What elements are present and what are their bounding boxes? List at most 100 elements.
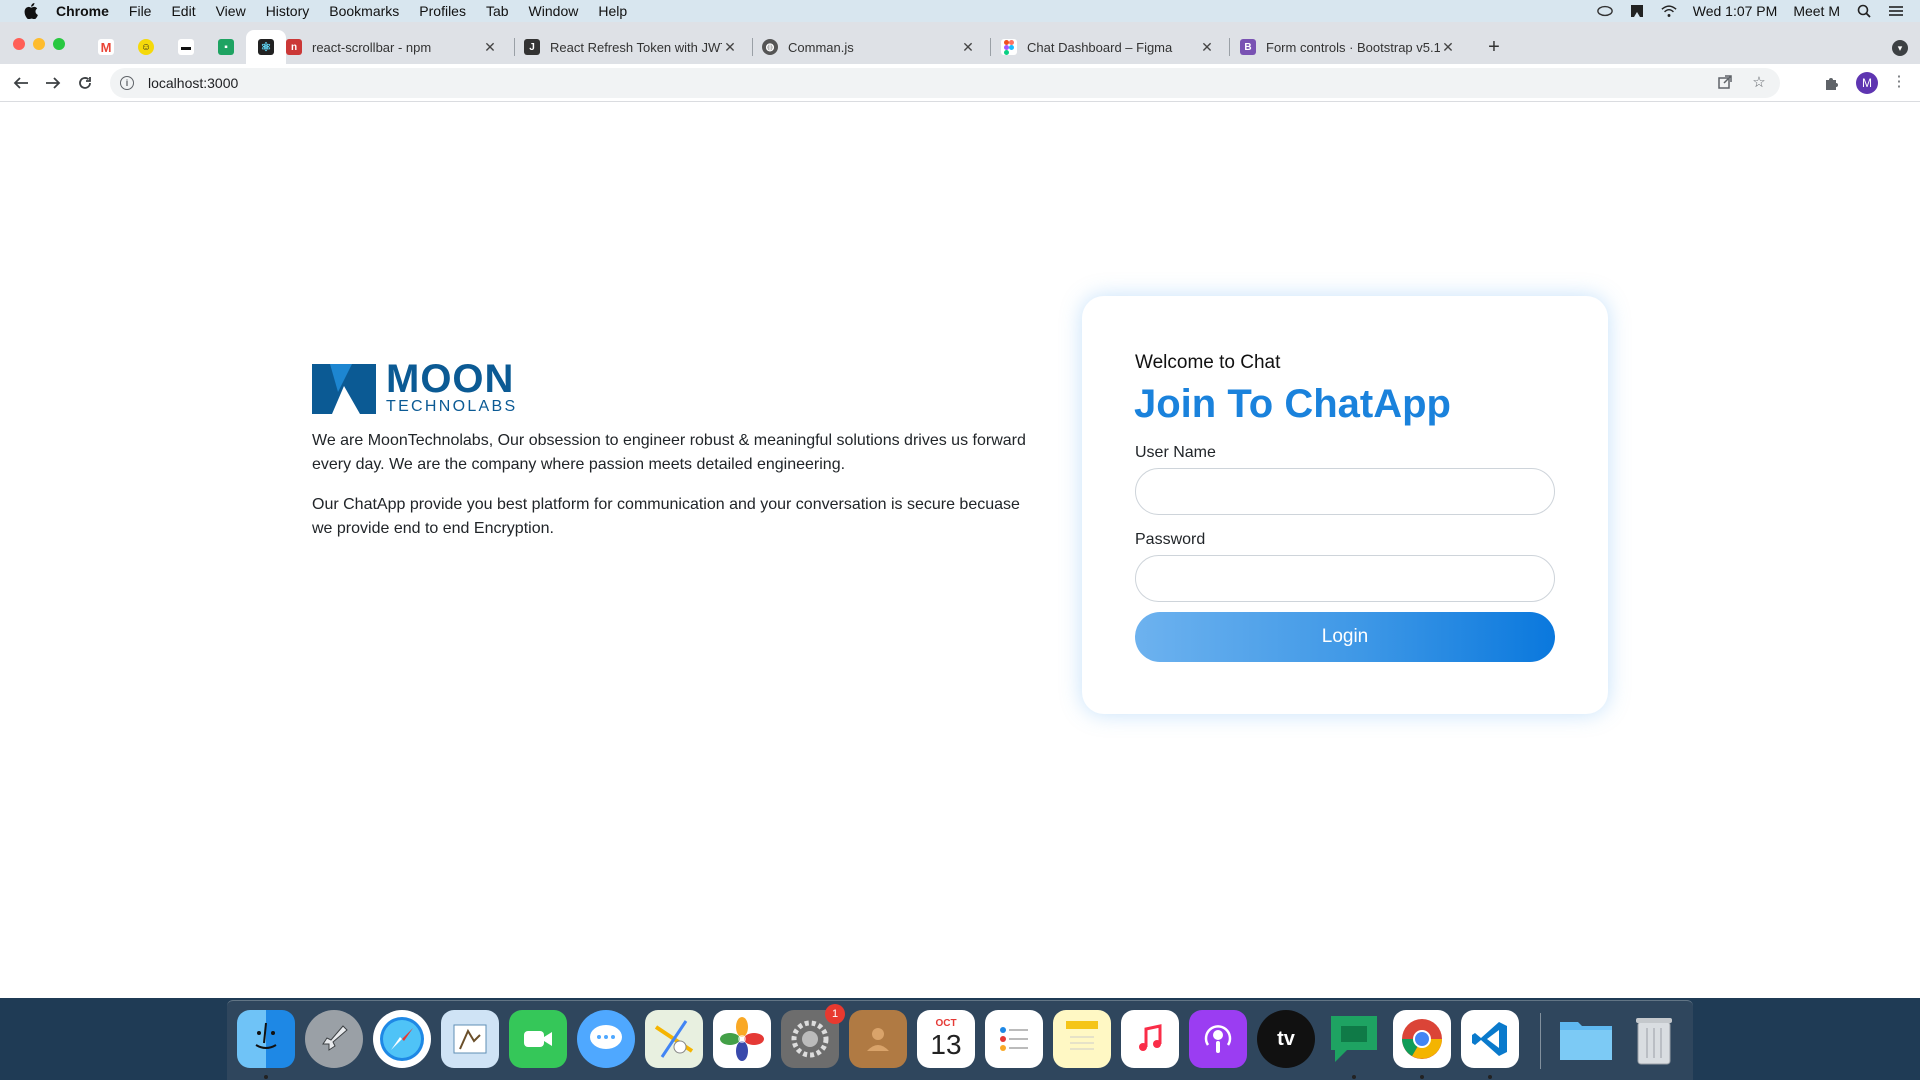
safari-icon[interactable] bbox=[373, 1010, 431, 1068]
maximize-window-button[interactable] bbox=[53, 38, 65, 50]
calendar-icon[interactable]: OCT 13 bbox=[917, 1010, 975, 1068]
page-content: MOON TECHNOLABS We are MoonTechnolabs, O… bbox=[0, 102, 1920, 998]
close-tab-icon[interactable]: ✕ bbox=[722, 39, 738, 56]
bootstrap-icon: B bbox=[1240, 39, 1256, 55]
tab-title: React Refresh Token with JWT bbox=[550, 39, 722, 55]
menu-bookmarks[interactable]: Bookmarks bbox=[329, 3, 399, 19]
pinned-tab-2[interactable]: ☺ bbox=[126, 30, 166, 64]
back-button[interactable] bbox=[10, 72, 32, 94]
messages-icon[interactable] bbox=[577, 1010, 635, 1068]
system-preferences-icon[interactable]: 1 bbox=[781, 1004, 845, 1068]
minimize-window-button[interactable] bbox=[33, 38, 45, 50]
tab-comman-js[interactable]: ◍ Comman.js ✕ bbox=[752, 30, 986, 64]
menu-tab[interactable]: Tab bbox=[486, 3, 509, 19]
calendar-day: 13 bbox=[930, 1029, 962, 1060]
close-window-button[interactable] bbox=[13, 38, 25, 50]
menu-file[interactable]: File bbox=[129, 3, 152, 19]
forward-button[interactable] bbox=[42, 72, 64, 94]
control-center-icon[interactable] bbox=[1888, 4, 1904, 18]
more-menu-icon[interactable]: ⋮ bbox=[1890, 72, 1908, 90]
music-icon[interactable] bbox=[1121, 1010, 1179, 1068]
tab-search-icon[interactable]: ▾ bbox=[1892, 40, 1908, 56]
profile-avatar[interactable]: M bbox=[1856, 72, 1878, 94]
menubar-user[interactable]: Meet M bbox=[1793, 3, 1840, 19]
bookmark-app-icon[interactable] bbox=[1629, 4, 1645, 18]
tab-title: Form controls · Bootstrap v5.1 bbox=[1266, 39, 1440, 55]
menubar-clock[interactable]: Wed 1:07 PM bbox=[1693, 3, 1778, 19]
moon-logo-mark-icon bbox=[312, 364, 376, 414]
chrome-icon[interactable] bbox=[1393, 1010, 1451, 1068]
menu-history[interactable]: History bbox=[266, 3, 310, 19]
folder-icon[interactable] bbox=[1557, 1010, 1615, 1068]
new-tab-button[interactable]: + bbox=[1481, 34, 1507, 60]
about-paragraph-1: We are MoonTechnolabs, Our obsession to … bbox=[312, 432, 1026, 473]
dock-separator bbox=[1540, 1013, 1541, 1069]
creative-cloud-icon[interactable] bbox=[1596, 4, 1613, 18]
menu-edit[interactable]: Edit bbox=[171, 3, 195, 19]
apple-menu-icon[interactable] bbox=[20, 3, 42, 19]
vscode-icon[interactable] bbox=[1461, 1010, 1519, 1068]
pinned-tab-gmail[interactable]: M bbox=[86, 30, 126, 64]
close-tab-icon[interactable]: ✕ bbox=[960, 39, 976, 56]
facetime-icon[interactable] bbox=[509, 1010, 567, 1068]
pinned-tab-3[interactable]: ▬ bbox=[166, 30, 206, 64]
menu-help[interactable]: Help bbox=[598, 3, 627, 19]
close-tab-icon[interactable]: ✕ bbox=[1440, 39, 1456, 56]
trash-icon[interactable] bbox=[1625, 1010, 1683, 1068]
address-bar[interactable]: i localhost:3000 ☆ bbox=[110, 68, 1780, 98]
menu-profiles[interactable]: Profiles bbox=[419, 3, 466, 19]
reminders-icon[interactable] bbox=[985, 1010, 1043, 1068]
pinned-tabs: M ☺ ▬ ▪ ⚛ bbox=[86, 30, 286, 64]
menu-window[interactable]: Window bbox=[529, 3, 579, 19]
login-card: Welcome to Chat Join To ChatApp User Nam… bbox=[1082, 296, 1608, 714]
reload-button[interactable] bbox=[74, 72, 96, 94]
mail-icon[interactable] bbox=[441, 1010, 499, 1068]
menu-app-name[interactable]: Chrome bbox=[56, 3, 109, 19]
close-tab-icon[interactable]: ✕ bbox=[1199, 39, 1215, 56]
podcasts-icon[interactable] bbox=[1189, 1010, 1247, 1068]
running-indicator bbox=[1352, 1075, 1356, 1079]
password-label: Password bbox=[1135, 531, 1206, 548]
tab-react-refresh-token[interactable]: J React Refresh Token with JWT ✕ bbox=[514, 30, 748, 64]
google-chat-icon: ▪ bbox=[218, 39, 234, 55]
tab-title: Comman.js bbox=[788, 39, 854, 55]
spotlight-search-icon[interactable] bbox=[1856, 4, 1872, 18]
menu-view[interactable]: View bbox=[216, 3, 246, 19]
password-input[interactable] bbox=[1135, 555, 1555, 602]
running-indicator bbox=[1420, 1075, 1424, 1079]
notes-icon[interactable] bbox=[1053, 1010, 1111, 1068]
tab-strip: M ☺ ▬ ▪ ⚛ n react-scrollbar - npm ✕ J Re… bbox=[0, 22, 1920, 64]
finder-icon[interactable] bbox=[237, 1010, 295, 1068]
username-input[interactable] bbox=[1135, 468, 1555, 515]
tab-title: Chat Dashboard – Figma bbox=[1027, 39, 1173, 55]
close-tab-icon[interactable]: ✕ bbox=[482, 39, 498, 56]
globe-icon: ◍ bbox=[762, 39, 778, 55]
photos-icon[interactable] bbox=[713, 1010, 771, 1068]
figma-icon bbox=[1001, 39, 1017, 55]
react-icon: ⚛ bbox=[258, 39, 274, 55]
notification-badge: 1 bbox=[825, 1004, 845, 1024]
extensions-puzzle-icon[interactable] bbox=[1823, 74, 1841, 92]
launchpad-icon[interactable] bbox=[305, 1010, 363, 1068]
tab-chat-dashboard-figma[interactable]: Chat Dashboard – Figma ✕ bbox=[991, 30, 1225, 64]
macos-dock: 1 OCT 13 tv bbox=[227, 1000, 1693, 1080]
contacts-icon[interactable] bbox=[849, 1010, 907, 1068]
site-info-icon[interactable]: i bbox=[120, 76, 134, 90]
login-heading: Join To ChatApp bbox=[1134, 382, 1451, 426]
running-indicator bbox=[1488, 1075, 1492, 1079]
address-bar-url[interactable]: localhost:3000 bbox=[148, 75, 238, 91]
login-button[interactable]: Login bbox=[1135, 612, 1555, 662]
google-chat-dock-icon[interactable] bbox=[1325, 1010, 1383, 1068]
browser-toolbar: i localhost:3000 ☆ M ⋮ bbox=[0, 64, 1920, 102]
pinned-tab-google-chat[interactable]: ▪ bbox=[206, 30, 246, 64]
tab-react-scrollbar[interactable]: n react-scrollbar - npm ✕ bbox=[276, 30, 508, 64]
document-icon: J bbox=[524, 39, 540, 55]
tab-form-controls-bootstrap[interactable]: B Form controls · Bootstrap v5.1 ✕ bbox=[1230, 30, 1466, 64]
moon-technolabs-logo: MOON TECHNOLABS bbox=[312, 359, 517, 416]
wifi-icon[interactable] bbox=[1661, 4, 1677, 18]
bookmark-star-icon[interactable]: ☆ bbox=[1750, 73, 1768, 91]
maps-icon[interactable] bbox=[645, 1010, 703, 1068]
apple-tv-icon[interactable]: tv bbox=[1257, 1010, 1315, 1068]
gmail-icon: M bbox=[98, 39, 114, 55]
open-in-app-icon[interactable] bbox=[1716, 73, 1734, 91]
